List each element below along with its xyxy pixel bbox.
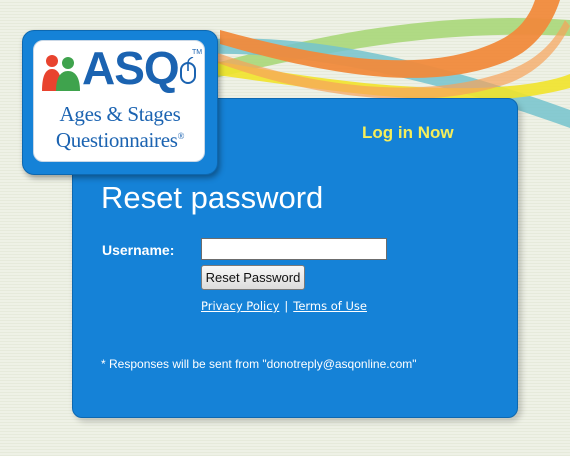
sender-note: * Responses will be sent from "donotrepl… bbox=[101, 357, 417, 371]
login-link[interactable]: Log in Now bbox=[362, 123, 454, 143]
children-figures-icon bbox=[42, 55, 80, 91]
logo-mark: ASQ bbox=[82, 42, 180, 94]
asq-logo: ASQ TM Ages & Stages Questionnaires® bbox=[33, 40, 205, 162]
computer-mouse-icon bbox=[180, 57, 196, 84]
logo-frame: ASQ TM Ages & Stages Questionnaires® bbox=[22, 30, 218, 175]
trademark-symbol: TM bbox=[192, 49, 203, 56]
registered-symbol: ® bbox=[177, 131, 185, 141]
logo-tagline-line2: Questionnaires® bbox=[55, 128, 185, 152]
page-title: Reset password bbox=[101, 180, 324, 215]
username-label: Username: bbox=[102, 242, 175, 258]
footer-links: Privacy Policy | Terms of Use bbox=[201, 299, 367, 313]
privacy-policy-link[interactable]: Privacy Policy bbox=[201, 299, 279, 313]
terms-of-use-link[interactable]: Terms of Use bbox=[293, 299, 367, 313]
username-input[interactable] bbox=[201, 238, 387, 260]
reset-password-button[interactable]: Reset Password bbox=[201, 265, 305, 290]
link-separator: | bbox=[284, 299, 289, 313]
logo-tagline-line1: Ages & Stages bbox=[59, 102, 181, 126]
